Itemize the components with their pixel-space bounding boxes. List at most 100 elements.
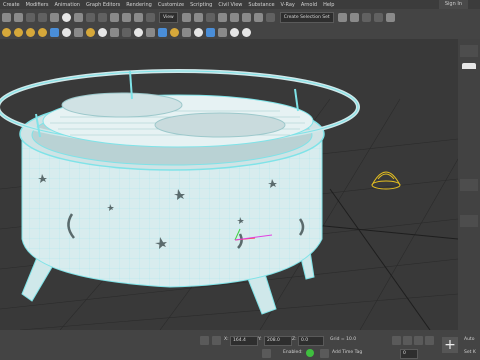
select-manipulate-icon[interactable] (194, 12, 204, 22)
menu-customize[interactable]: Customize (155, 2, 187, 8)
globe-icon[interactable] (97, 27, 107, 37)
mirror-icon[interactable] (338, 12, 348, 22)
snaps-toggle-icon[interactable] (218, 12, 228, 22)
current-frame-field[interactable]: 0 (400, 349, 418, 359)
vray-sun-icon[interactable] (169, 27, 179, 37)
menu-arnold[interactable]: Arnold (298, 2, 320, 8)
placement-icon[interactable] (145, 12, 155, 22)
add-key-icon[interactable]: + (442, 337, 458, 353)
select-rotate-icon[interactable] (121, 12, 131, 22)
teapot-frame-icon[interactable] (25, 27, 35, 37)
menu-substance[interactable]: Substance (245, 2, 277, 8)
material-editor-icon[interactable] (49, 27, 59, 37)
viewport-scene (0, 69, 458, 330)
selection-region-icon[interactable] (85, 12, 95, 22)
camera-icon[interactable] (109, 27, 119, 37)
menu-civil-view[interactable]: Civil View (215, 2, 245, 8)
helpers-icon[interactable] (121, 27, 131, 37)
menu-modifiers[interactable]: Modifiers (23, 2, 52, 8)
main-toolbar: View Create Selection Set (0, 9, 480, 39)
vray-frame-buffer-icon[interactable] (145, 27, 155, 37)
maxscript-icon[interactable] (262, 349, 271, 358)
menu-create[interactable]: Create (0, 2, 23, 8)
command-panel (458, 39, 480, 330)
vray-light-icon[interactable] (157, 27, 167, 37)
pivot-point-icon[interactable] (182, 12, 192, 22)
redo-icon[interactable] (13, 12, 23, 22)
vray-camera-icon[interactable] (217, 27, 227, 37)
select-scale-icon[interactable] (133, 12, 143, 22)
menu-rendering[interactable]: Rendering (123, 2, 155, 8)
select-move-icon[interactable] (109, 12, 119, 22)
teapot-render-icon[interactable] (13, 27, 23, 37)
select-object-icon[interactable] (61, 12, 71, 22)
unlink-icon[interactable] (37, 12, 47, 22)
perspective-viewport[interactable] (0, 39, 458, 330)
fire-pit-model[interactable] (0, 69, 360, 315)
toggle-scene-explorer-icon[interactable] (362, 12, 372, 22)
select-by-name-icon[interactable] (73, 12, 83, 22)
x-coord-field[interactable]: 164.4 (230, 336, 258, 346)
set-key-button[interactable]: Set K (464, 349, 476, 357)
edit-named-selection-icon[interactable] (266, 12, 276, 22)
reference-coordinate-dropdown[interactable]: View (159, 11, 178, 23)
curve-editor-icon[interactable] (386, 12, 396, 22)
sphere-icon[interactable] (61, 27, 71, 37)
dome-light-helper[interactable] (371, 171, 401, 190)
vray-sphere-icon[interactable] (133, 27, 143, 37)
status-bar: X: 164.4 Y: 208.0 Z: 0.0 Grid = 10.0 Ena… (0, 330, 480, 360)
menu-vray[interactable]: V-Ray (278, 2, 298, 8)
go-to-start-icon[interactable] (392, 336, 401, 345)
vray-dome-icon[interactable] (193, 27, 203, 37)
selection-set-dropdown[interactable]: Create Selection Set (279, 11, 334, 23)
lock-selection-icon[interactable] (200, 336, 209, 345)
add-time-tag-button[interactable]: Add Time Tag (332, 349, 362, 357)
vray-proxy-icon[interactable] (181, 27, 191, 37)
z-coord-field[interactable]: 0.0 (298, 336, 324, 346)
toggle-layer-explorer-icon[interactable] (374, 12, 384, 22)
menu-bar: Create Modifiers Animation Graph Editors… (0, 0, 480, 9)
bind-space-warp-icon[interactable] (49, 12, 59, 22)
toolbar-row-main: View Create Selection Set (0, 10, 480, 24)
x-coord-label: X: (224, 337, 229, 342)
sun-icon[interactable] (1, 27, 11, 37)
menu-scripting[interactable]: Scripting (187, 2, 215, 8)
command-panel-mid-tab[interactable] (460, 179, 478, 191)
vray-logo-icon[interactable] (241, 27, 251, 37)
create-panel-hat-icon[interactable] (462, 63, 476, 69)
light-icon[interactable] (85, 27, 95, 37)
log-left (61, 92, 183, 118)
vray-settings-icon[interactable] (229, 27, 239, 37)
enabled-indicator-icon[interactable] (306, 349, 314, 357)
window-crossing-icon[interactable] (97, 12, 107, 22)
keyboard-shortcut-icon[interactable] (206, 12, 216, 22)
play-icon[interactable] (414, 336, 423, 345)
y-coord-label: Y: (258, 337, 262, 342)
next-frame-icon[interactable] (425, 336, 434, 345)
render-setup-icon[interactable] (37, 27, 47, 37)
toolbar-row-secondary (0, 25, 480, 39)
relative-absolute-icon[interactable] (212, 336, 221, 345)
auto-key-button[interactable]: Auto (464, 336, 474, 344)
align-icon[interactable] (350, 12, 360, 22)
command-panel-top-tab[interactable] (460, 45, 478, 57)
link-icon[interactable] (25, 12, 35, 22)
angle-snap-icon[interactable] (230, 12, 240, 22)
undo-icon[interactable] (1, 12, 11, 22)
sign-in-button[interactable]: Sign In (438, 0, 468, 9)
command-panel-low-tab[interactable] (460, 215, 478, 227)
spinner-snap-icon[interactable] (254, 12, 264, 22)
percent-snap-icon[interactable] (242, 12, 252, 22)
render-frame-icon[interactable] (73, 27, 83, 37)
menu-animation[interactable]: Animation (51, 2, 83, 8)
vray-material-icon[interactable] (205, 27, 215, 37)
enabled-label: Enabled: (283, 350, 303, 355)
menu-graph-editors[interactable]: Graph Editors (83, 2, 123, 8)
grid-size-label: Grid = 10.0 (330, 337, 357, 342)
previous-frame-icon[interactable] (403, 336, 412, 345)
menu-help[interactable]: Help (320, 2, 337, 8)
y-coord-field[interactable]: 208.0 (264, 336, 292, 346)
time-tag-icon[interactable] (320, 349, 329, 358)
log-right (154, 112, 286, 138)
z-coord-label: Z: (292, 337, 297, 342)
